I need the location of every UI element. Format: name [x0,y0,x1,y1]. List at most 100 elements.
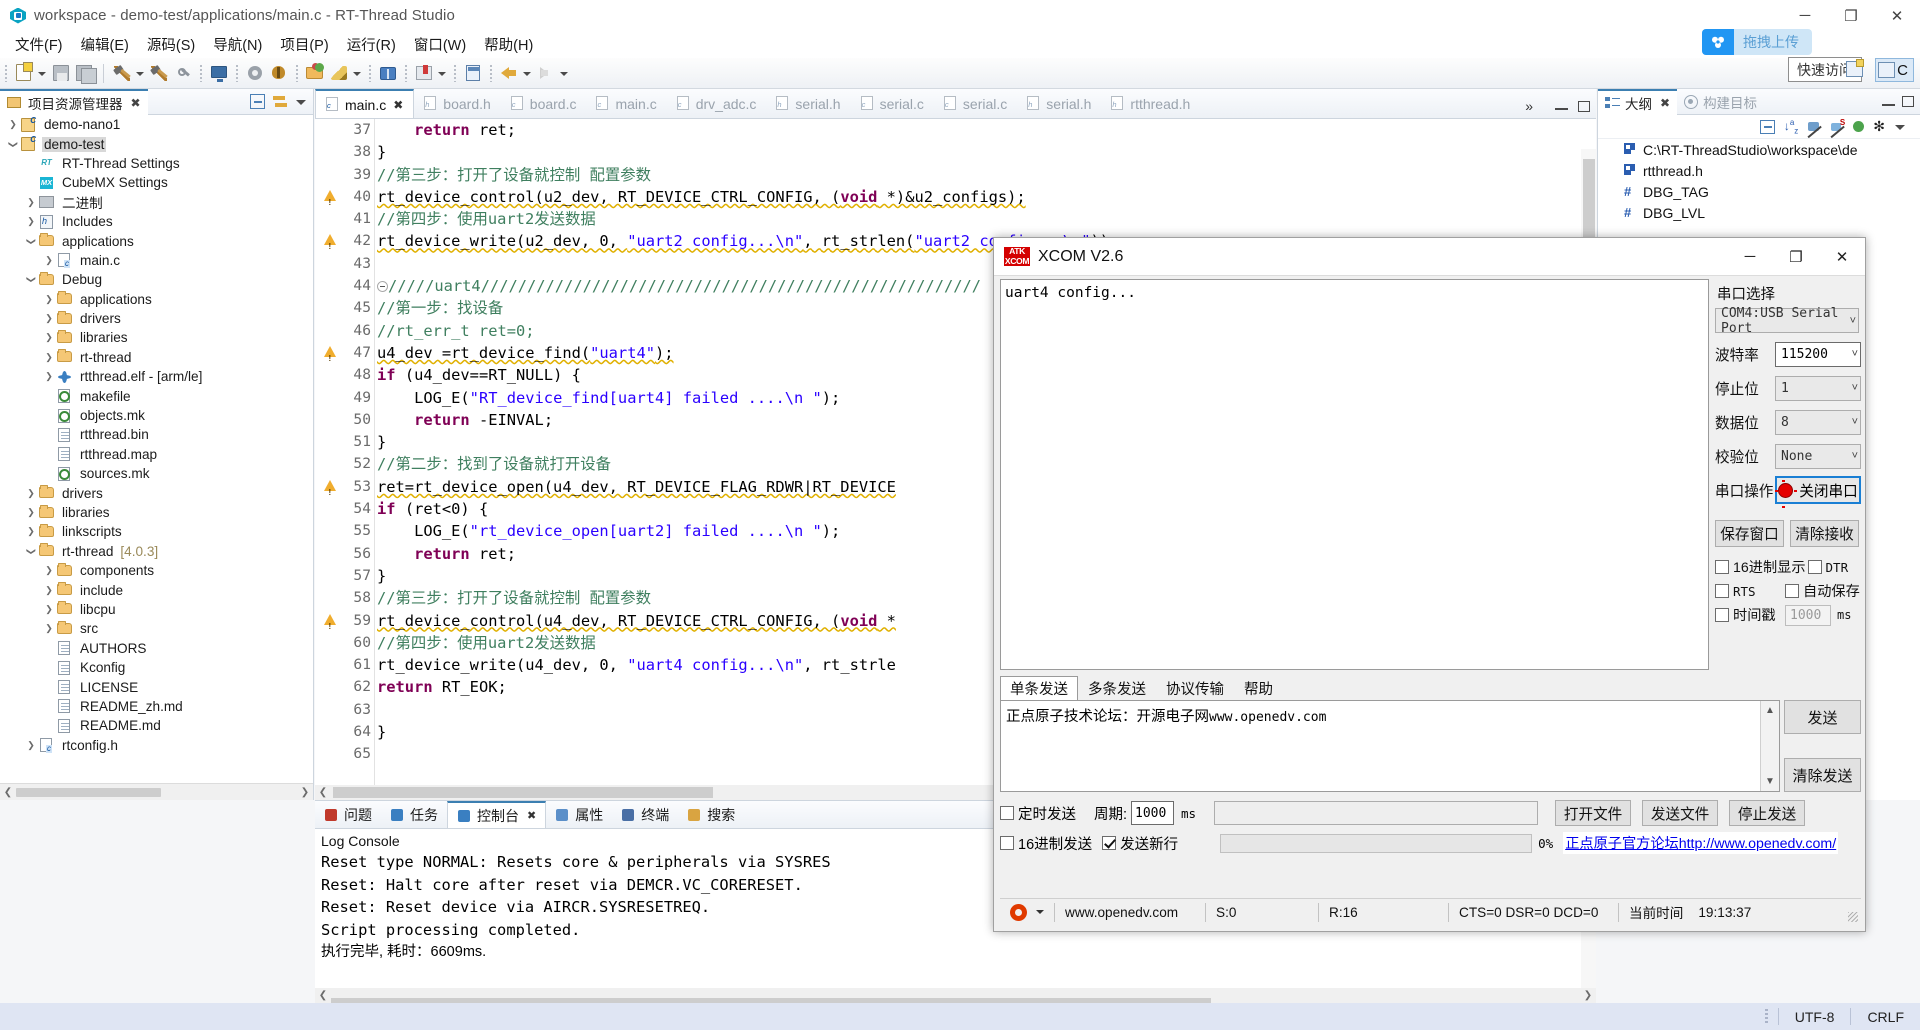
editor-tab-board-h[interactable]: h board.h [414,89,500,118]
debug-bug-icon[interactable] [268,62,290,84]
tree-twisty-icon[interactable] [42,255,56,266]
open-package-icon[interactable] [304,62,326,84]
xcom-minimize-button[interactable]: ─ [1727,238,1773,276]
tree-item-sources-mk[interactable]: sources.mk [0,464,313,483]
maximize-editor-icon[interactable] [1578,100,1590,112]
xcom-clear-recv-button[interactable]: 清除接收 [1790,520,1859,547]
tree-twisty-icon[interactable] [42,604,56,615]
menu-run[interactable]: 运行(R) [338,32,405,57]
xcom-send-tab-3[interactable]: 帮助 [1234,676,1283,701]
xcom-send-button[interactable]: 发送 [1784,700,1861,734]
editor-tab-serial-c[interactable]: c serial.c [851,89,934,118]
tree-item-demo-test[interactable]: demo-test [0,134,313,153]
editor-tab-board-c[interactable]: c board.c [501,89,587,118]
build-hammer-icon[interactable] [111,62,133,84]
tree-item-linkscripts[interactable]: linkscripts [0,522,313,541]
tree-twisty-icon[interactable] [24,488,38,499]
collapse-all-icon[interactable] [250,94,265,109]
tree-twisty-icon[interactable] [6,139,20,150]
pen-icon[interactable] [328,62,350,84]
warning-marker-icon[interactable] [315,186,339,214]
tree-item-authors[interactable]: AUTHORS [0,639,313,658]
tree-twisty-icon[interactable] [24,546,38,557]
editor-tab-drv_adc-c[interactable]: c drv_adc.c [667,89,767,118]
tree-item-objects-mk[interactable]: objects.mk [0,406,313,425]
editor-tab-main-c[interactable]: c main.c ✖ [315,89,415,118]
console-tab-console[interactable]: 控制台 ✖ [447,801,547,828]
menu-edit[interactable]: 编辑(E) [72,32,138,57]
outline-item[interactable]: # DBG_LVL [1598,202,1920,223]
tree-twisty-icon[interactable] [24,507,38,518]
xcom-send-scrollbar[interactable]: ▲ ▼ [1760,701,1779,791]
xcom-send-tab-2[interactable]: 协议传输 [1156,676,1234,701]
xcom-dialog[interactable]: ATK XCOM XCOM V2.6 ─ ❐ ✕ uart4 config...… [993,237,1866,932]
xcom-databits-select[interactable]: 8 ˅ [1775,409,1861,435]
xcom-forum-link[interactable]: 正点原子官方论坛http://www.openedv.com/ [1563,832,1839,854]
tree-item-[interactable]: 二进制 [0,193,313,212]
outline-item[interactable]: C:\RT-ThreadStudio\workspace\de [1598,139,1920,160]
xcom-timestamp-input[interactable]: 1000 [1785,604,1831,626]
fold-collapse-icon[interactable] [377,281,388,293]
editor-more-tabs-button[interactable]: » [1525,98,1596,118]
code-line[interactable]: //第四步：使用uart2发送数据 [377,208,1596,230]
tree-twisty-icon[interactable] [24,740,38,751]
close-button[interactable]: ✕ [1874,0,1920,31]
xcom-send-tabs[interactable]: 单条发送 多条发送 协议传输 帮助 [1000,675,1780,701]
project-tree[interactable]: demo-nano1 demo-test RT RT-Thread Settings M… [0,115,313,782]
tree-twisty-icon[interactable] [42,371,56,382]
tree-item-applications[interactable]: applications [0,231,313,250]
tree-twisty-icon[interactable] [24,197,38,208]
xcom-dtr-checkbox[interactable] [1807,560,1822,574]
warning-marker-icon[interactable] [315,342,339,370]
back-dropdown-icon[interactable] [521,63,532,83]
build-settings-icon[interactable] [172,62,194,84]
console-tab-search[interactable]: 搜索 [678,801,744,828]
tree-item-readme-zh-md[interactable]: README_zh.md [0,697,313,716]
sort-az-icon[interactable]: ↓az [1784,118,1798,135]
tree-item-debug[interactable]: Debug [0,270,313,289]
editor-tab-rtthread-h[interactable]: h rtthread.h [1101,89,1200,118]
tree-twisty-icon[interactable] [42,352,56,363]
xcom-stopbits-select[interactable]: 1 ˅ [1775,375,1861,401]
xcom-close-button[interactable]: ✕ [1819,238,1865,276]
console-tab-terminal[interactable]: 终端 [612,801,678,828]
outline-item[interactable]: rtthread.h [1598,160,1920,181]
xcom-send-newline-checkbox[interactable] [1102,836,1117,850]
tree-item-components[interactable]: components [0,561,313,580]
tree-item-drivers[interactable]: drivers [0,309,313,328]
xcom-hex-display-checkbox[interactable] [1715,560,1729,574]
explorer-scroll-track[interactable] [16,787,297,798]
scroll-left-arrow[interactable]: ❮ [0,787,16,798]
xcom-timestamp-checkbox[interactable] [1715,608,1729,622]
tree-item-rt-thread-settings[interactable]: RT RT-Thread Settings [0,154,313,173]
menu-window[interactable]: 窗口(W) [405,32,475,57]
tree-twisty-icon[interactable] [42,565,56,576]
warning-marker-icon[interactable] [315,230,339,259]
forward-arrow-icon[interactable] [535,62,557,84]
xcom-parity-select[interactable]: None ˅ [1775,443,1861,469]
xcom-send-tab-1[interactable]: 多条发送 [1078,676,1156,701]
tab-outline[interactable]: 大纲 ✖ [1598,88,1678,115]
hide-fields-icon[interactable] [1807,120,1822,138]
console-hscrollbar[interactable]: ❮ ❯ [315,988,1596,1009]
outline-tab-close-icon[interactable]: ✖ [1660,96,1670,110]
maximize-view-icon[interactable] [1902,96,1914,107]
warning-marker-icon[interactable] [315,476,339,504]
tree-twisty-icon[interactable] [42,294,56,305]
tree-twisty-icon[interactable] [42,585,56,596]
tree-item-rtconfig-h[interactable]: rtconfig.h [0,736,313,755]
xcom-receive-area[interactable]: uart4 config... [1000,279,1709,670]
xcom-baud-select[interactable]: 115200 ˅ [1775,341,1861,367]
hide-nonpublic-icon[interactable] [1853,121,1865,132]
marker-column[interactable] [315,119,339,800]
tree-item-include[interactable]: include [0,580,313,599]
build-dropdown-icon[interactable] [134,63,145,83]
warning-marker-icon[interactable] [315,610,339,638]
tree-item-drivers[interactable]: drivers [0,483,313,502]
xcom-clear-send-button[interactable]: 清除发送 [1784,758,1861,792]
perspective-icon[interactable] [462,62,484,84]
outline-list[interactable]: C:\RT-ThreadStudio\workspace\de rtthread.… [1598,139,1920,223]
save-all-icon[interactable] [74,62,97,84]
console-tab-properties[interactable]: 属性 [546,801,612,828]
tree-twisty-icon[interactable] [24,274,38,285]
